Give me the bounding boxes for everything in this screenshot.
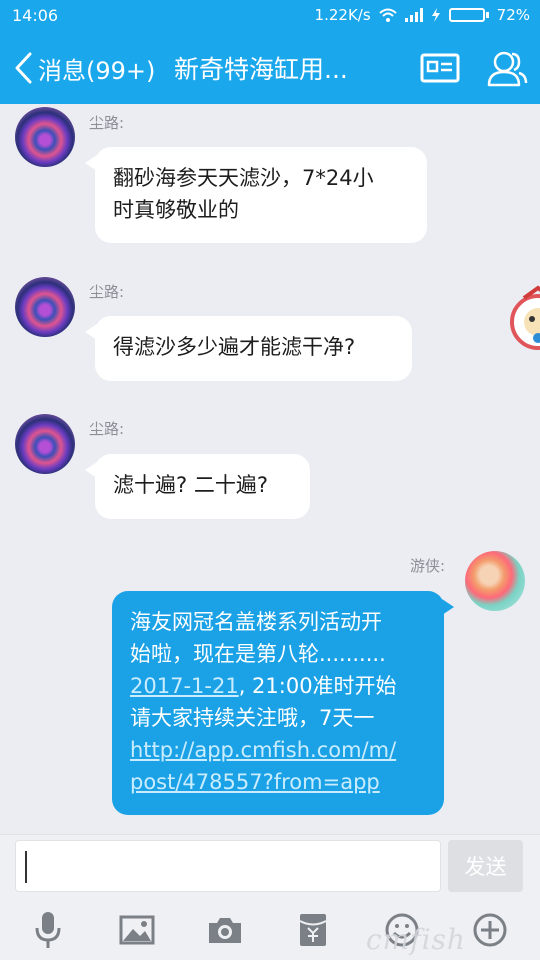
message-bubble[interactable]: 海友网冠名盖楼系列活动开 始啦，现在是第八轮.......... 2017-1-… <box>112 591 454 815</box>
message-line: 翻砂海参天天滤沙，7*24小 <box>113 166 374 190</box>
message-line: 海友网冠名盖楼系列活动开 <box>130 610 382 634</box>
avatar[interactable] <box>15 277 75 337</box>
url-link[interactable]: post/478557?from=app <box>130 770 380 794</box>
message-line: 得滤沙多少遍才能滤干净? <box>113 335 356 359</box>
message-line: 时真够敬业的 <box>113 198 239 222</box>
title-bar: 消息(99+) 新奇特海缸用... <box>0 32 540 104</box>
image-button[interactable] <box>117 907 157 953</box>
profile-card-icon <box>420 53 460 83</box>
signal-icon <box>404 8 423 22</box>
profile-card-button[interactable] <box>418 46 462 90</box>
status-time: 14:06 <box>12 6 59 25</box>
camera-icon <box>209 918 241 943</box>
emoji-icon <box>385 913 419 947</box>
chat-message-list[interactable]: 尘路: 翻砂海参天天滤沙，7*24小 时真够敬业的 尘路: 得滤沙多少遍才能滤干… <box>0 104 540 834</box>
text-caret <box>25 851 27 883</box>
message-bubble[interactable]: 滤十遍? 二十遍? <box>85 454 310 519</box>
emoji-button[interactable] <box>382 907 422 953</box>
message-line: 请大家持续关注哦，7天一 <box>130 706 375 730</box>
battery-icon <box>448 8 489 22</box>
message-bubble[interactable]: 翻砂海参天天滤沙，7*24小 时真够敬业的 <box>85 147 427 243</box>
send-button[interactable]: 发送 <box>448 840 523 892</box>
chat-title: 新奇特海缸用... <box>174 55 348 84</box>
message-line: 始啦，现在是第八轮.......... <box>130 642 386 666</box>
lightning-icon <box>431 8 440 22</box>
message-line: 滤十遍? 二十遍? <box>113 473 268 497</box>
sender-name: 尘路: <box>89 114 125 132</box>
avatar[interactable] <box>15 414 75 474</box>
wifi-icon <box>378 8 397 22</box>
chevron-left-icon <box>15 52 32 84</box>
message-line: 2017-1-21, 21:00准时开始 <box>130 674 397 698</box>
image-icon <box>119 915 155 945</box>
message-line: post/478557?from=app <box>130 766 426 798</box>
back-label: 消息(99+) <box>38 56 156 85</box>
sender-name: 尘路: <box>89 420 125 438</box>
red-packet-button[interactable] <box>293 907 333 953</box>
voice-button[interactable] <box>28 907 68 953</box>
message-line: http://app.cmfish.com/m/ <box>130 734 426 766</box>
more-button[interactable] <box>470 907 510 953</box>
message-bubble[interactable]: 得滤沙多少遍才能滤干净? <box>85 316 412 381</box>
composer: 发送 cmfish <box>0 834 540 960</box>
message-input[interactable] <box>15 840 441 892</box>
plus-icon <box>473 913 507 947</box>
back-button[interactable]: 消息(99+) <box>12 48 155 88</box>
date-link[interactable]: 2017-1-21 <box>130 674 239 698</box>
group-members-icon <box>487 51 528 87</box>
status-bar: 14:06 1.22K/s 72% <box>0 0 540 32</box>
avatar[interactable] <box>465 551 525 611</box>
microphone-icon <box>35 912 61 948</box>
sender-name: 游侠: <box>410 557 446 575</box>
red-packet-icon <box>299 914 327 946</box>
battery-percent: 72% <box>496 6 530 24</box>
avatar[interactable] <box>15 107 75 167</box>
camera-button[interactable] <box>205 907 245 953</box>
url-link[interactable]: http://app.cmfish.com/m/ <box>130 738 396 762</box>
network-speed: 1.22K/s <box>314 6 371 24</box>
floating-sticker-icon[interactable] <box>510 284 540 360</box>
sender-name: 尘路: <box>89 283 125 301</box>
composer-toolbar <box>0 907 540 953</box>
group-members-button[interactable] <box>485 46 529 90</box>
